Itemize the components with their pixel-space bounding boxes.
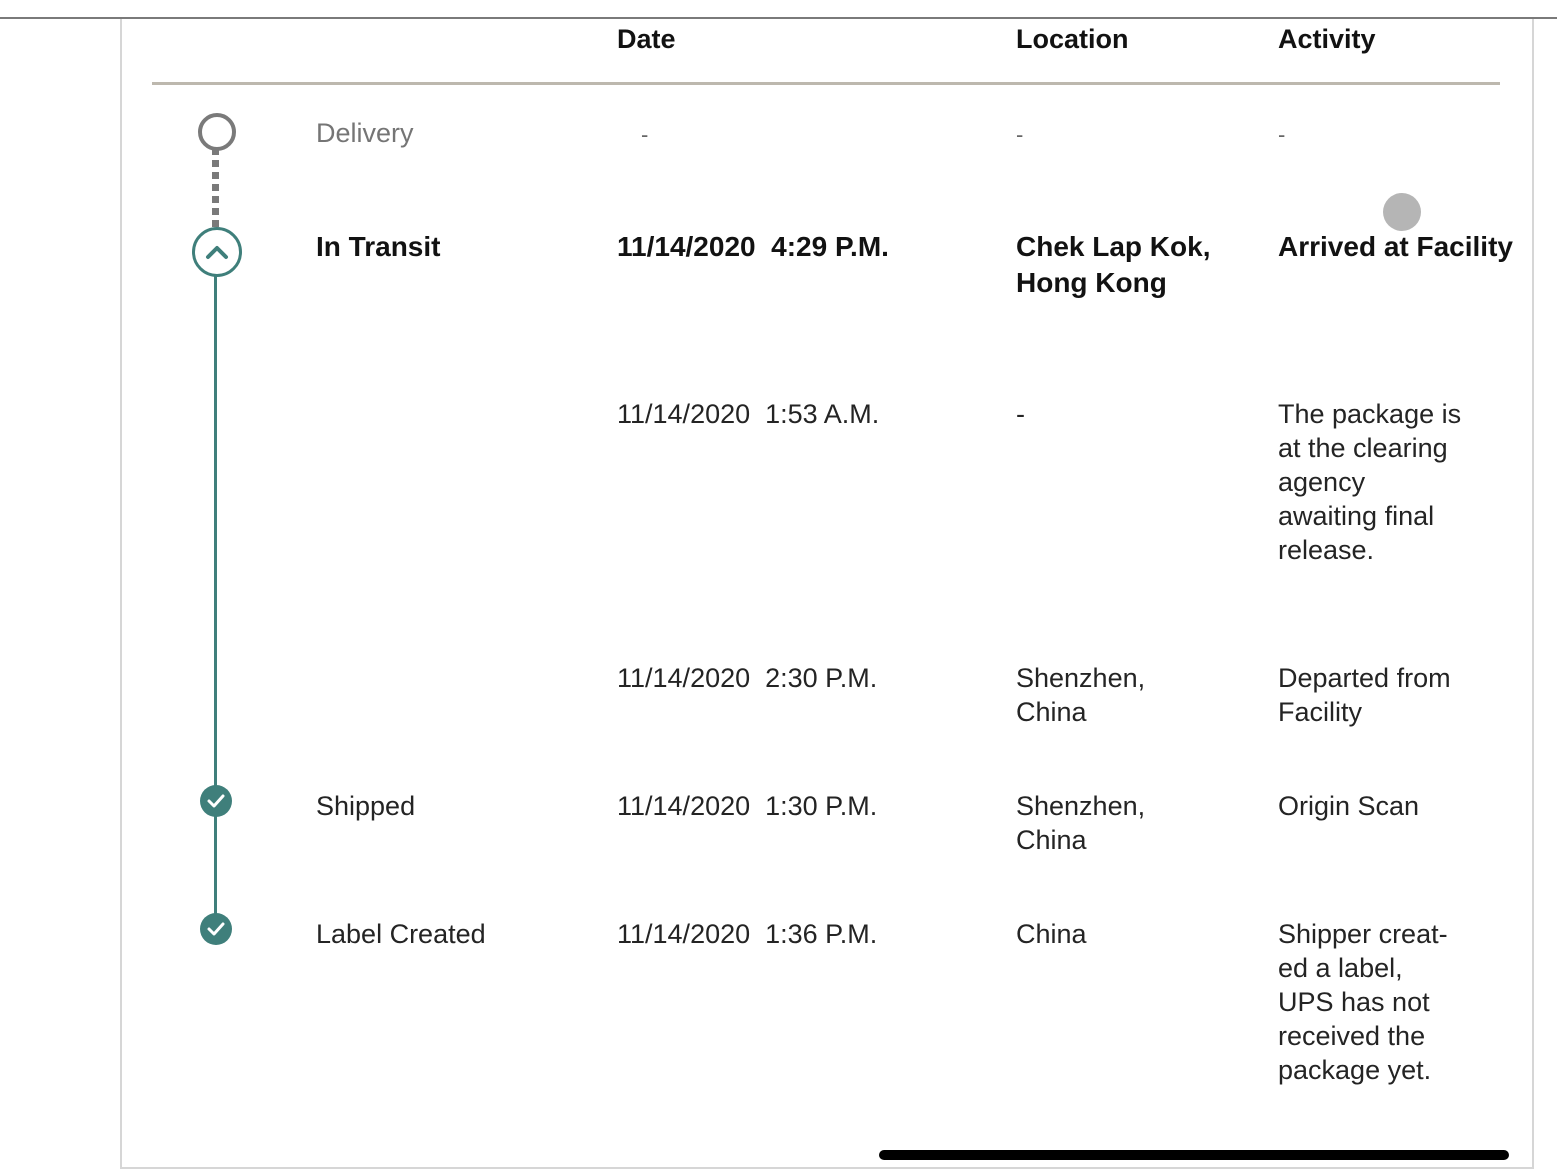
- date-cell: 11/14/2020 1:36 P.M.: [617, 919, 878, 949]
- date-cell: 11/14/2020 2:30 P.M.: [617, 663, 878, 693]
- activity-cell: -: [1278, 122, 1286, 147]
- status-shipped: Shipped: [316, 791, 416, 821]
- header-divider: [152, 82, 1500, 85]
- location-cell: Shenzhen, China: [1016, 663, 1146, 727]
- header-date: Date: [617, 24, 676, 54]
- date-cell: 11/14/2020 1:30 P.M.: [617, 791, 878, 821]
- location-cell: Chek Lap Kok, Hong Kong: [1016, 231, 1211, 298]
- header-activity: Activity: [1278, 24, 1376, 54]
- date-cell: -: [641, 122, 649, 147]
- timeline-pending-connector: [212, 148, 219, 230]
- location-cell: China: [1016, 919, 1087, 949]
- location-cell: -: [1016, 122, 1024, 147]
- date-cell: 11/14/2020 4:29 P.M.: [617, 231, 889, 262]
- status-delivery: Delivery: [316, 118, 414, 148]
- checkmark-icon: [200, 785, 232, 817]
- header-location: Location: [1016, 24, 1129, 54]
- date-cell: 11/14/2020 1:53 A.M.: [617, 399, 880, 429]
- location-cell: -: [1016, 399, 1025, 429]
- location-cell: Shenzhen, China: [1016, 791, 1146, 855]
- checkmark-icon: [200, 913, 232, 945]
- activity-cell: Origin Scan: [1278, 791, 1420, 821]
- horizontal-scrollbar[interactable]: [879, 1150, 1509, 1160]
- timeline-progress-line: [214, 275, 217, 931]
- status-label-created: Label Created: [316, 919, 486, 949]
- activity-cell: The package is at the clearing agency aw…: [1278, 399, 1462, 565]
- empty-circle-icon: [198, 113, 236, 151]
- activity-cell: Shipper creat-ed a label, UPS has not re…: [1278, 919, 1448, 1085]
- activity-cell: Arrived at Facility: [1278, 231, 1513, 262]
- activity-cell: Departed from Facility: [1278, 663, 1451, 727]
- status-in-transit: In Transit: [316, 231, 441, 262]
- touch-indicator: [1383, 193, 1421, 231]
- chevron-up-icon: [206, 246, 228, 259]
- current-step-toggle[interactable]: [192, 227, 242, 277]
